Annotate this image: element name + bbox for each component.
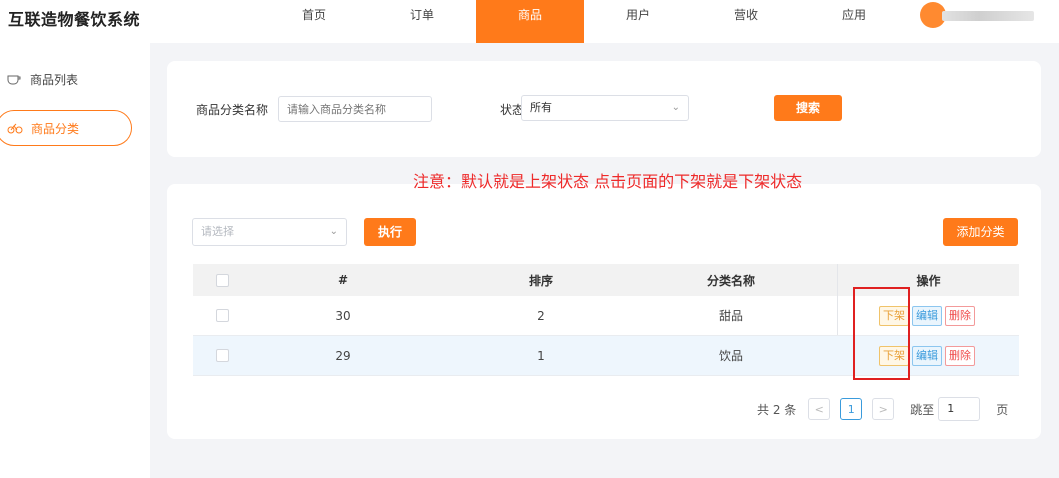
prev-page-button[interactable]: < <box>808 398 831 420</box>
annotation-highlight-box <box>853 287 910 380</box>
sidebar-item-label: 商品列表 <box>30 72 79 87</box>
sidebar-item-label: 商品分类 <box>31 121 80 136</box>
delete-button[interactable]: 删除 <box>945 305 975 326</box>
row-name: 饮品 <box>718 349 743 363</box>
cup-icon <box>6 73 22 85</box>
bulk-action-select[interactable]: 请选择 ⌄ <box>192 218 347 246</box>
pagination: 共 2 条 < 1 > 跳至 1 页 <box>757 397 1008 421</box>
row-checkbox[interactable] <box>215 309 229 322</box>
jump-page-input[interactable]: 1 <box>938 397 981 421</box>
page-suffix: 页 <box>996 402 1009 417</box>
category-name-input[interactable] <box>278 96 432 122</box>
row-checkbox-cell <box>207 336 237 375</box>
nav-apps[interactable]: 应用 <box>800 0 908 43</box>
category-name-label: 商品分类名称 <box>196 103 269 117</box>
brand-title: 互联造物餐饮系统 <box>8 10 141 29</box>
pagination-total: 共 2 条 <box>757 402 797 417</box>
edit-button[interactable]: 编辑 <box>912 345 942 366</box>
jump-label: 跳至 <box>910 402 935 417</box>
edit-button[interactable]: 编辑 <box>912 305 942 326</box>
bulk-action-placeholder: 请选择 <box>201 225 234 238</box>
row-sort: 1 <box>537 348 545 363</box>
user-name-blurred <box>942 11 1034 21</box>
header-sort: 排序 <box>528 273 553 288</box>
row-id: 30 <box>335 308 351 323</box>
select-all-checkbox[interactable] <box>215 273 229 287</box>
add-category-button[interactable]: 添加分类 <box>943 218 1018 246</box>
header-name: 分类名称 <box>706 273 755 288</box>
sidebar-item-product-list[interactable]: 商品列表 <box>0 61 132 97</box>
chevron-down-icon: ⌄ <box>671 102 680 113</box>
notice-text: 注意：默认就是上架状态 点击页面的下架就是下架状态 <box>413 172 803 191</box>
main-content: 商品分类名称 状态 所有 ⌄ 搜索 请选择 ⌄ 执行 添加分类 # 排序 分类名… <box>150 43 1059 478</box>
header-id: # <box>337 273 349 287</box>
search-card: 商品分类名称 状态 所有 ⌄ 搜索 <box>167 61 1041 157</box>
chevron-down-icon: ⌄ <box>329 226 338 237</box>
bicycle-icon <box>7 122 23 134</box>
page-1-button[interactable]: 1 <box>840 398 863 420</box>
nav-products[interactable]: 商品 <box>476 0 584 43</box>
row-checkbox[interactable] <box>215 349 229 362</box>
sidebar: 商品列表 商品分类 <box>0 43 150 478</box>
sidebar-item-product-category[interactable]: 商品分类 <box>0 110 132 146</box>
execute-button[interactable]: 执行 <box>364 218 416 246</box>
next-page-button[interactable]: > <box>872 398 895 420</box>
row-id: 29 <box>335 348 351 363</box>
nav-users[interactable]: 用户 <box>584 0 692 43</box>
top-navbar: 互联造物餐饮系统 首页 订单 商品 用户 营收 应用 <box>0 0 1059 43</box>
main-nav: 首页 订单 商品 用户 营收 应用 <box>260 0 908 43</box>
status-select[interactable]: 所有 ⌄ <box>521 95 689 121</box>
nav-orders[interactable]: 订单 <box>368 0 476 43</box>
header-checkbox-cell <box>207 264 237 296</box>
nav-home[interactable]: 首页 <box>260 0 368 43</box>
row-sort: 2 <box>537 308 545 323</box>
row-checkbox-cell <box>207 296 237 335</box>
delete-button[interactable]: 删除 <box>945 345 975 366</box>
nav-revenue[interactable]: 营收 <box>692 0 800 43</box>
row-name: 甜品 <box>718 309 743 323</box>
search-button[interactable]: 搜索 <box>774 95 842 121</box>
status-select-value: 所有 <box>530 101 552 114</box>
